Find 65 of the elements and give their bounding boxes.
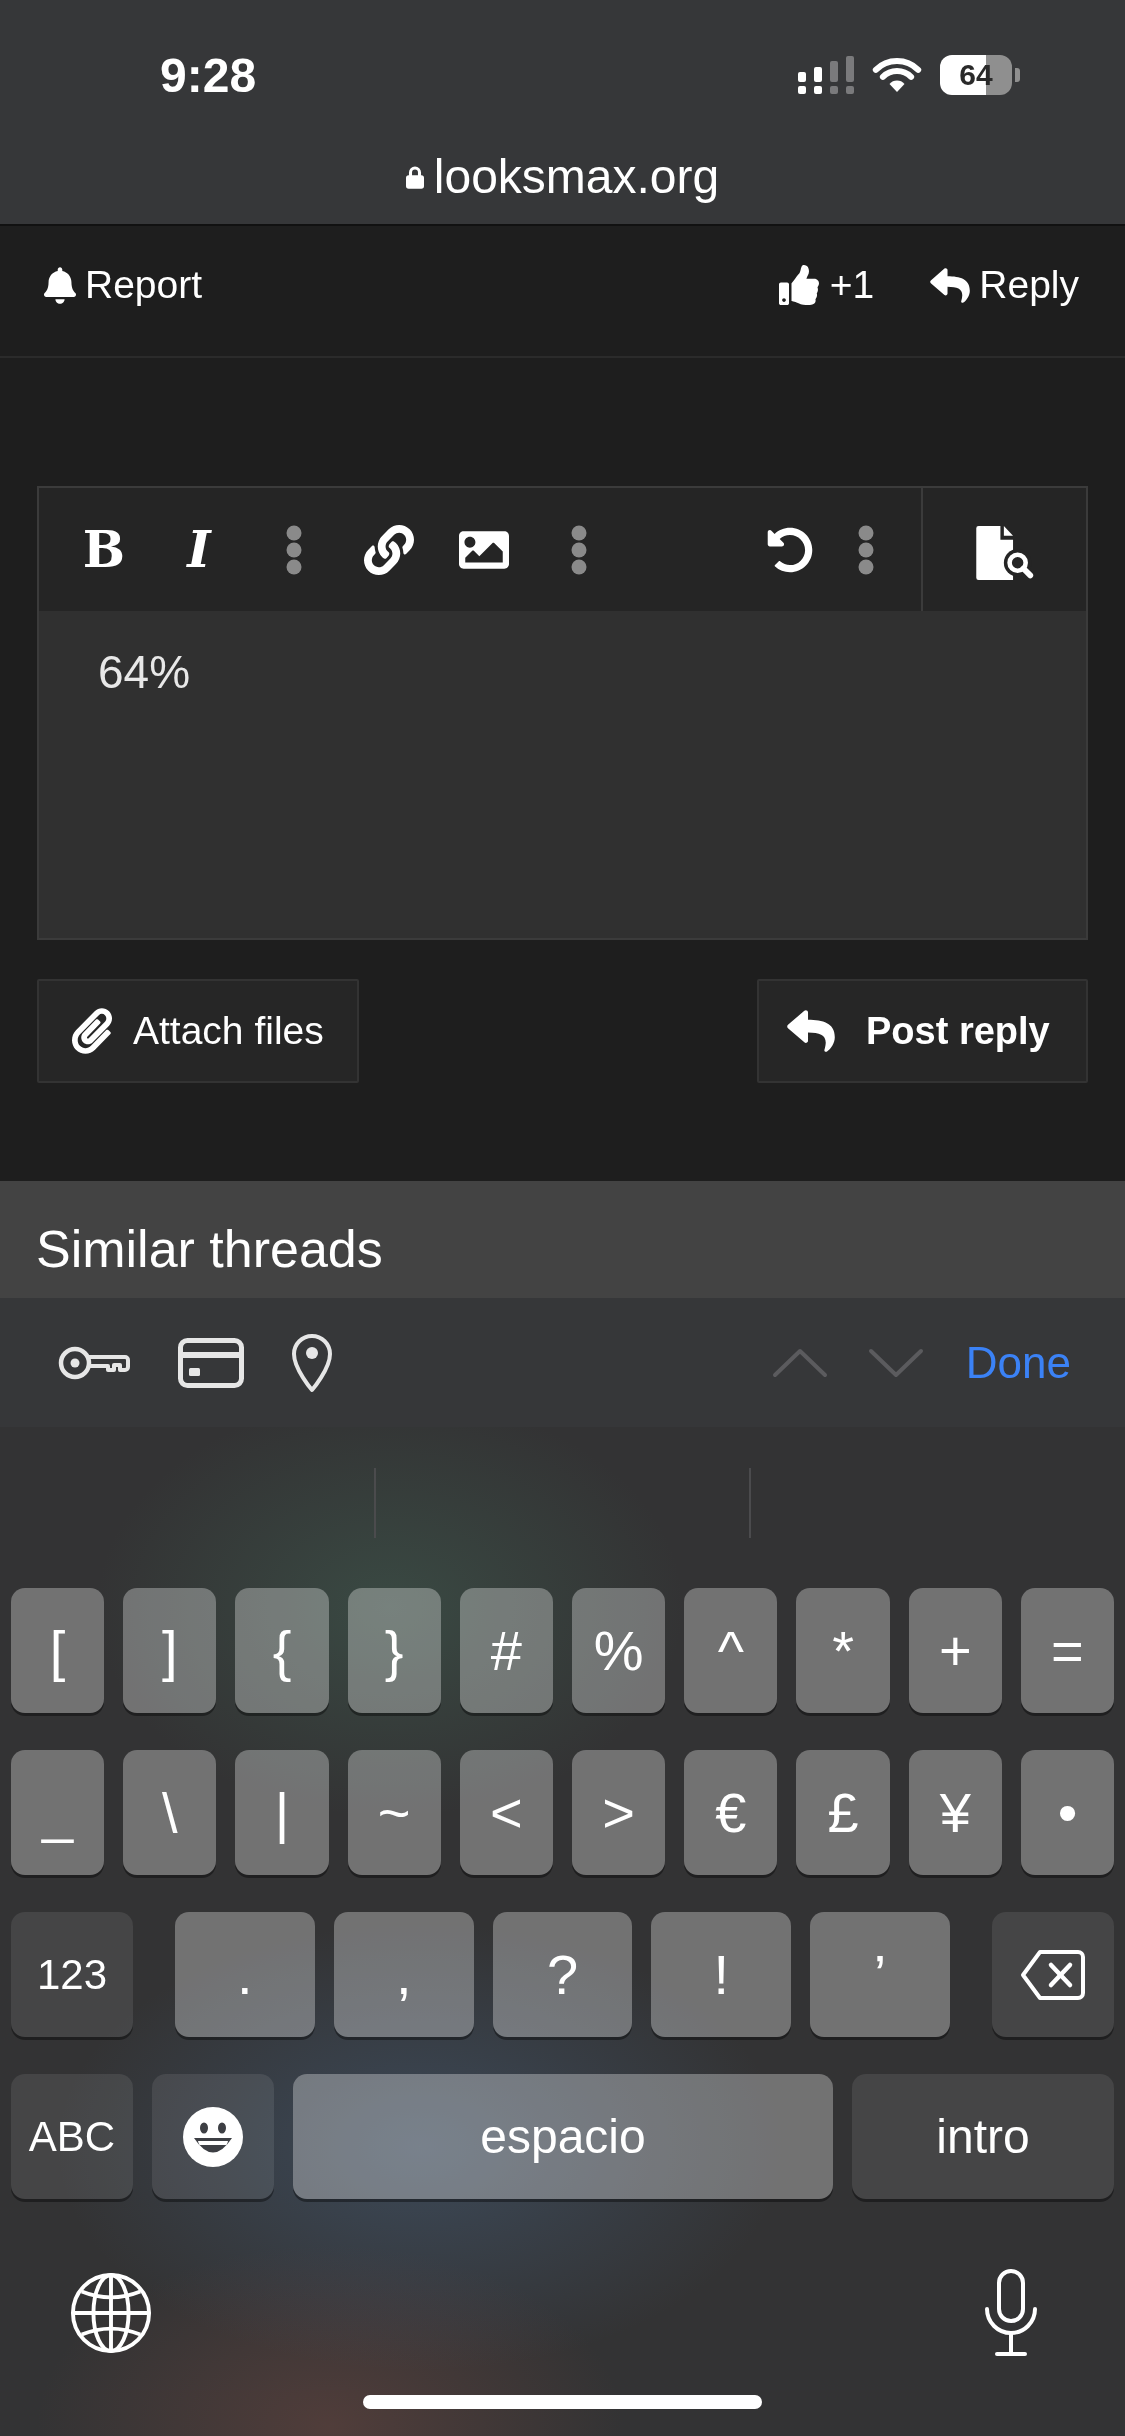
paperclip-icon bbox=[72, 1008, 112, 1054]
battery-indicator: 64 bbox=[940, 55, 1020, 95]
more-icon[interactable] bbox=[286, 524, 302, 575]
keyboard-key[interactable]: • bbox=[1020, 1750, 1115, 1875]
emoji-key[interactable] bbox=[152, 2074, 274, 2199]
delete-key[interactable] bbox=[992, 1912, 1114, 2037]
mode-switch-key[interactable]: 123 bbox=[11, 1912, 133, 2037]
keyboard-key[interactable]: < bbox=[459, 1750, 553, 1875]
image-icon[interactable] bbox=[459, 530, 509, 569]
attach-files-button[interactable]: Attach files bbox=[37, 979, 359, 1083]
bold-button[interactable]: B bbox=[64, 514, 144, 585]
keyboard-key[interactable]: { bbox=[235, 1588, 329, 1713]
keyboard-key[interactable]: . bbox=[175, 1912, 315, 2037]
keyboard-key[interactable]: # bbox=[459, 1588, 553, 1713]
keyboard-key[interactable]: ¥ bbox=[908, 1750, 1002, 1875]
keyboard-key[interactable]: [ bbox=[11, 1588, 105, 1713]
keyboard-key[interactable]: % bbox=[572, 1588, 666, 1713]
bell-icon bbox=[44, 266, 76, 304]
url-text[interactable]: looksmax.org bbox=[433, 150, 720, 204]
microphone-icon[interactable] bbox=[983, 2269, 1039, 2357]
location-pin-icon[interactable] bbox=[291, 1332, 333, 1393]
report-link[interactable]: Report bbox=[44, 263, 203, 307]
more-icon[interactable] bbox=[571, 524, 587, 575]
keyboard-key[interactable]: ] bbox=[123, 1588, 217, 1713]
reply-link[interactable]: Reply bbox=[930, 263, 1079, 307]
done-button[interactable]: Done bbox=[965, 1337, 1071, 1388]
keyboard-key[interactable]: > bbox=[572, 1750, 666, 1875]
keyboard-key[interactable]: € bbox=[684, 1750, 778, 1875]
space-key[interactable]: espacio bbox=[293, 2074, 833, 2199]
keyboard-key[interactable]: ? bbox=[492, 1912, 633, 2037]
preview-icon bbox=[975, 525, 1034, 580]
keyboard-key[interactable]: ^ bbox=[684, 1588, 778, 1713]
undo-icon[interactable] bbox=[767, 526, 813, 573]
keyboard-key[interactable]: = bbox=[1020, 1588, 1115, 1713]
italic-button[interactable]: I bbox=[159, 514, 239, 585]
mode-switch-key[interactable]: ABC bbox=[11, 2074, 133, 2199]
keyboard-key[interactable]: * bbox=[796, 1588, 890, 1713]
keyboard-key[interactable]: , bbox=[333, 1912, 474, 2037]
smiley-face-icon bbox=[183, 2106, 243, 2167]
keyboard-key[interactable]: } bbox=[347, 1588, 441, 1713]
keyboard-key[interactable]: \ bbox=[123, 1750, 217, 1875]
return-key[interactable]: intro bbox=[852, 2074, 1114, 2199]
like-button[interactable]: +1 bbox=[778, 263, 875, 307]
signal-icon bbox=[798, 56, 854, 94]
reply-arrow-icon bbox=[930, 267, 971, 303]
editor-input[interactable]: 64% bbox=[39, 611, 1086, 938]
globe-icon[interactable] bbox=[70, 2272, 152, 2354]
thumbs-up-icon bbox=[778, 265, 819, 305]
backspace-icon bbox=[1020, 1948, 1086, 2001]
post-reply-button[interactable]: Post reply bbox=[757, 979, 1088, 1083]
keyboard-key[interactable]: £ bbox=[796, 1750, 890, 1875]
keyboard-key[interactable]: _ bbox=[11, 1750, 105, 1875]
section-title: Similar threads bbox=[36, 1218, 383, 1279]
status-time: 9:28 bbox=[160, 47, 257, 103]
keyboard-key[interactable]: ’ bbox=[810, 1912, 950, 2037]
keyboard-key[interactable]: ! bbox=[651, 1912, 792, 2037]
lock-icon bbox=[405, 165, 424, 189]
wifi-icon bbox=[872, 57, 922, 93]
reply-arrow-icon bbox=[787, 1010, 835, 1052]
keyboard-key[interactable]: + bbox=[908, 1588, 1002, 1713]
credit-card-icon[interactable] bbox=[178, 1337, 244, 1388]
keyboard-key[interactable]: | bbox=[235, 1750, 329, 1875]
more-icon[interactable] bbox=[858, 524, 874, 575]
keyboard-key[interactable]: ~ bbox=[347, 1750, 441, 1875]
link-icon[interactable] bbox=[364, 524, 414, 575]
